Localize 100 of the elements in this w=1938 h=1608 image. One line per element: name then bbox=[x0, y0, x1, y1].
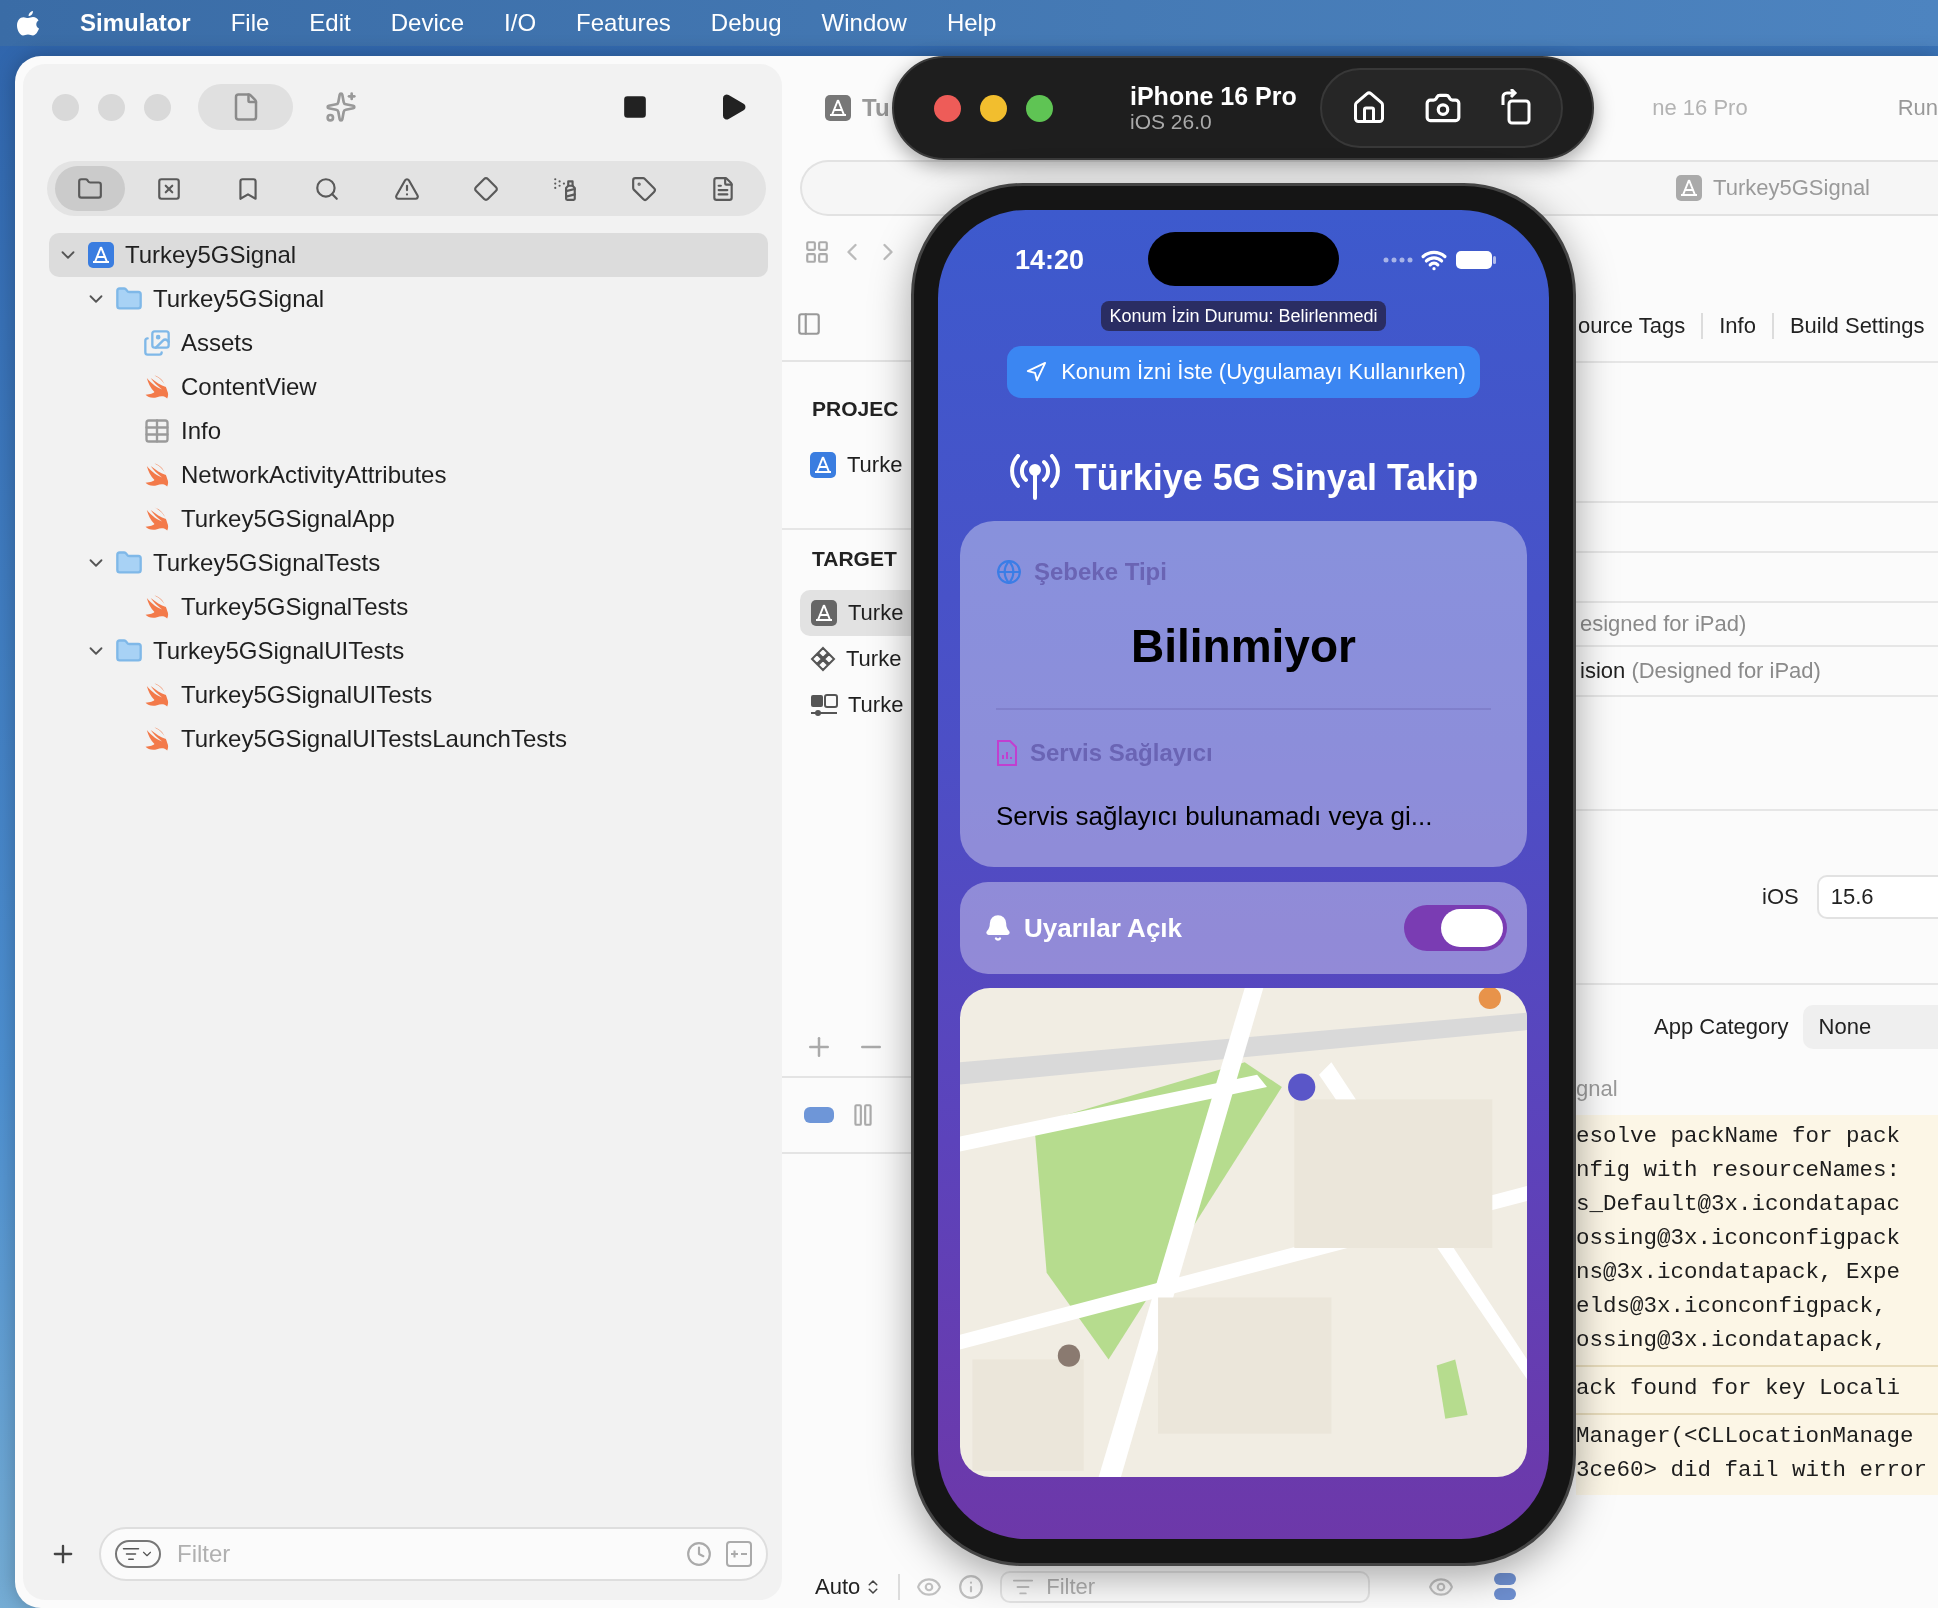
x-square-icon bbox=[156, 175, 183, 202]
network-type: Bilinmiyor bbox=[1130, 620, 1357, 672]
console-line: ack found for key Locali bbox=[1576, 1374, 1902, 1403]
app-icon bbox=[809, 451, 837, 479]
tree-item[interactable]: Turkey5GSignalTests bbox=[49, 541, 768, 585]
console-line: ossing@3x.icondatapack, bbox=[1576, 1326, 1888, 1355]
window-icon bbox=[810, 692, 838, 718]
filter-bar[interactable]: Filter bbox=[99, 1527, 768, 1581]
console-line: ossing@3x.iconconfigpack bbox=[1576, 1224, 1902, 1253]
settings-tab[interactable]: ource Tags bbox=[1578, 313, 1686, 339]
tree-item[interactable]: Turkey5GSignalApp bbox=[49, 497, 768, 541]
device-name: iPhone 16 Pro bbox=[1130, 81, 1297, 111]
app-icon bbox=[1675, 174, 1704, 202]
console-line: elds@3x.iconconfigpack, bbox=[1576, 1292, 1888, 1321]
filter-bar[interactable]: Filter bbox=[1000, 1571, 1371, 1603]
diff-icon bbox=[726, 1541, 752, 1567]
toggles-icon bbox=[1494, 1573, 1517, 1601]
folder-icon bbox=[77, 175, 103, 202]
apple-icon[interactable] bbox=[16, 9, 40, 37]
console-line: 3ce60> did fail with error bbox=[1576, 1456, 1929, 1485]
menu-item[interactable]: Features bbox=[576, 9, 671, 37]
console-line: Manager(<CLLocationManage bbox=[1576, 1422, 1915, 1451]
status-label: Run bbox=[1897, 95, 1938, 121]
menu-item[interactable]: I/O bbox=[504, 9, 537, 37]
folder-icon bbox=[115, 637, 143, 665]
tree-item[interactable]: Info bbox=[49, 409, 768, 453]
sidebar-icon[interactable] bbox=[796, 311, 822, 337]
app-icon bbox=[810, 599, 838, 627]
tag-icon bbox=[630, 175, 657, 202]
warning-icon bbox=[393, 175, 420, 202]
menu-item[interactable]: Help bbox=[946, 9, 997, 37]
window-title: Tu bbox=[862, 94, 890, 122]
destination-label: esigned for iPad) bbox=[1580, 611, 1747, 637]
os-version: iOS 26.0 bbox=[1130, 110, 1213, 135]
app-title: Türkiye 5G Sinyal Takip bbox=[1074, 457, 1479, 499]
mode-dropdown[interactable]: Auto bbox=[815, 1574, 883, 1600]
tree-item[interactable]: Turkey5GSignalUITestsLaunchTests bbox=[49, 717, 768, 761]
close-button[interactable] bbox=[934, 94, 961, 122]
app-menu[interactable]: Simulator bbox=[80, 9, 191, 37]
category-dropdown[interactable]: None bbox=[1802, 1005, 1938, 1049]
section-header: TARGET bbox=[811, 546, 898, 572]
location-request-button[interactable]: Konum İzni İste (Uygulamayı Kullanırken) bbox=[1007, 346, 1480, 398]
target-item[interactable]: Turke bbox=[800, 636, 912, 682]
clock-icon bbox=[686, 1541, 712, 1567]
menu-item[interactable]: Edit bbox=[309, 9, 351, 37]
menu-item[interactable]: Device bbox=[390, 9, 465, 37]
filter-field[interactable]: Filter bbox=[1044, 1573, 1359, 1601]
folder-icon bbox=[115, 549, 143, 577]
sparkle-icon bbox=[325, 91, 357, 123]
destination-label: ne 16 Pro bbox=[1652, 95, 1748, 121]
destination-label: ision (Designed for iPad) bbox=[1580, 658, 1821, 684]
navigator-tab[interactable] bbox=[55, 166, 125, 211]
tree-item[interactable]: Turkey5GSignal bbox=[49, 277, 768, 321]
project-item[interactable]: Turke bbox=[782, 442, 912, 488]
location-arrow-icon bbox=[1025, 361, 1048, 383]
tree-item[interactable]: Turkey5GSignal bbox=[49, 233, 768, 277]
app-icon bbox=[824, 94, 852, 122]
document-icon bbox=[710, 175, 736, 202]
signal-icon bbox=[1383, 256, 1413, 264]
tree-item[interactable]: Turkey5GSignalTests bbox=[49, 585, 768, 629]
folder-icon bbox=[115, 285, 143, 313]
permission-badge: Konum İzin Durumu: Belirlenmedi bbox=[1101, 301, 1386, 331]
tree-item[interactable]: NetworkActivityAttributes bbox=[49, 453, 768, 497]
alerts-toggle[interactable] bbox=[1404, 905, 1507, 951]
target-item[interactable]: Turke bbox=[800, 590, 912, 636]
navigator-toggle-button[interactable] bbox=[198, 84, 293, 130]
menu-item[interactable]: Window bbox=[821, 9, 907, 37]
diamond-icon bbox=[472, 175, 499, 202]
images-icon bbox=[143, 329, 171, 357]
menu-item[interactable]: Debug bbox=[710, 9, 782, 37]
app-icon bbox=[87, 241, 115, 269]
battery-icon bbox=[1455, 250, 1497, 270]
minimize-button[interactable] bbox=[980, 94, 1007, 122]
table-icon bbox=[143, 417, 171, 445]
diamonds-icon bbox=[810, 646, 836, 672]
field-label: App Category bbox=[1654, 1014, 1789, 1040]
search-icon bbox=[314, 175, 341, 202]
console-line: s_Default@3x.icondatapac bbox=[1576, 1190, 1902, 1219]
console-line: ns@3x.icondatapack, Expe bbox=[1576, 1258, 1902, 1287]
tree-item[interactable]: Turkey5GSignalUITests bbox=[49, 629, 768, 673]
tree-item[interactable]: Assets bbox=[49, 321, 768, 365]
status-time: 14:20 bbox=[1015, 244, 1085, 276]
carrier-name: Servis sağlayıcı bulunamadı veya gi... bbox=[996, 800, 1434, 833]
spray-can-icon bbox=[551, 175, 578, 202]
console-line: esolve packName for pack bbox=[1576, 1122, 1902, 1151]
filter-field[interactable]: Filter bbox=[175, 1539, 672, 1569]
sim-card-icon bbox=[996, 739, 1018, 767]
tree-item[interactable]: ContentView bbox=[49, 365, 768, 409]
version-field[interactable]: 15.6 bbox=[1816, 875, 1938, 919]
field-label: iOS bbox=[1762, 884, 1799, 910]
menu-item[interactable]: File bbox=[230, 9, 270, 37]
settings-tab[interactable]: Build Settings bbox=[1789, 313, 1925, 339]
stop-icon bbox=[622, 94, 648, 120]
section-header: PROJEC bbox=[811, 396, 900, 422]
target-item[interactable]: Turke bbox=[800, 682, 912, 728]
tag-icon bbox=[804, 1106, 834, 1124]
bell-icon bbox=[984, 914, 1012, 942]
zoom-button[interactable] bbox=[1026, 94, 1053, 122]
tree-item[interactable]: Turkey5GSignalUITests bbox=[49, 673, 768, 717]
settings-tab[interactable]: Info bbox=[1719, 313, 1756, 339]
